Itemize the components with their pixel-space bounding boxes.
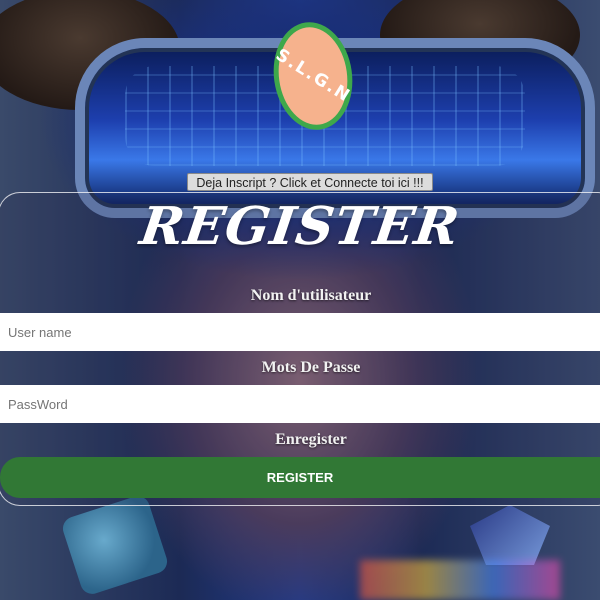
page-title: REGISTER (136, 196, 464, 257)
register-button[interactable]: REGISTER (0, 457, 600, 498)
password-input[interactable] (0, 385, 600, 423)
background-decoration-left (59, 493, 171, 597)
username-input[interactable] (0, 313, 600, 351)
background-decoration-right (470, 505, 550, 565)
username-label: Nom d'utilisateur (250, 287, 372, 304)
background-neon-lights (360, 560, 560, 600)
submit-label: Enregister (275, 431, 347, 448)
logo-text: S.L.G.N (271, 45, 355, 107)
login-switch-button[interactable]: Deja Inscript ? Click et Connecte toi ic… (187, 173, 433, 191)
password-label: Mots De Passe (261, 359, 361, 376)
